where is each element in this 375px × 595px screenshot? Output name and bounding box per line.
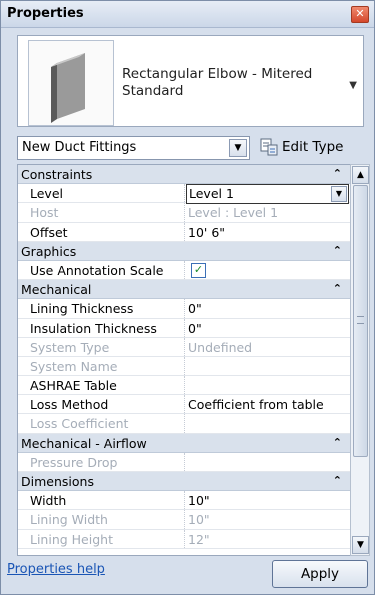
property-key: Loss Coefficient <box>30 416 129 432</box>
group-dimensions[interactable]: Dimensions ⌃ <box>18 472 350 492</box>
property-row-lining-height: Lining Height 12" <box>18 529 350 549</box>
scroll-down-icon[interactable]: ▼ <box>352 536 369 554</box>
property-key: Width <box>30 493 67 509</box>
group-label: Constraints <box>21 167 93 182</box>
property-key: Level <box>30 186 63 202</box>
property-key: Lining Thickness <box>30 301 134 317</box>
divider <box>184 337 186 356</box>
group-mechanical[interactable]: Mechanical ⌃ <box>18 280 350 300</box>
property-value[interactable]: 0" <box>188 321 202 336</box>
property-row-lining-width: Lining Width 10" <box>18 510 350 530</box>
chevron-down-icon[interactable]: ▼ <box>229 139 247 157</box>
property-row-offset[interactable]: Offset 10' 6" <box>18 222 350 242</box>
collapse-icon[interactable]: ⌃ <box>333 436 342 449</box>
property-key: System Name <box>30 358 118 374</box>
property-key: Use Annotation Scale <box>30 262 164 278</box>
property-key: Lining Width <box>30 512 108 528</box>
property-row-level[interactable]: Level Level 1 ▼ <box>18 184 350 205</box>
divider <box>184 510 186 529</box>
property-row-host: Host Level : Level 1 <box>18 203 350 223</box>
property-row-loss-coefficient: Loss Coefficient <box>18 414 350 434</box>
property-key: ASHRAE Table <box>30 378 117 394</box>
property-row-system-name: System Name <box>18 356 350 377</box>
type-selector[interactable]: Rectangular Elbow - Mitered Standard ▼ <box>17 35 364 127</box>
level-value: Level 1 <box>189 186 234 202</box>
divider <box>184 203 186 222</box>
property-row-pressure-drop: Pressure Drop <box>18 452 350 472</box>
type-name: Rectangular Elbow - Mitered Standard <box>122 66 313 99</box>
divider <box>184 414 186 433</box>
collapse-icon[interactable]: ⌃ <box>333 244 342 257</box>
apply-button[interactable]: Apply <box>272 560 368 588</box>
instance-filter-value: New Duct Fittings <box>22 140 137 155</box>
collapse-icon[interactable]: ⌃ <box>333 474 342 487</box>
collapse-icon[interactable]: ⌃ <box>333 282 342 295</box>
divider <box>184 356 186 376</box>
chevron-down-icon[interactable]: ▼ <box>349 80 357 91</box>
properties-palette: Properties ✕ Rectangular Elbow - Mitered… <box>0 0 375 595</box>
chevron-down-icon[interactable]: ▼ <box>331 186 347 203</box>
properties-help-link[interactable]: Properties help <box>7 562 105 577</box>
property-value: 10" <box>188 512 210 528</box>
group-label: Graphics <box>21 243 77 259</box>
vertical-scrollbar[interactable]: ▲ ▼ <box>350 164 370 556</box>
property-key: Offset <box>30 224 68 240</box>
group-constraints[interactable]: Constraints ⌃ <box>18 165 350 185</box>
property-row-insulation-thickness[interactable]: Insulation Thickness 0" <box>18 318 350 338</box>
group-graphics[interactable]: Graphics ⌃ <box>18 241 350 261</box>
close-icon[interactable]: ✕ <box>351 6 369 23</box>
group-label: Dimensions <box>21 474 94 489</box>
property-key: Loss Method <box>30 397 109 413</box>
title-bar[interactable]: Properties ✕ <box>1 1 374 28</box>
property-value[interactable]: 10" <box>188 493 210 508</box>
divider <box>184 260 186 280</box>
property-key: Insulation Thickness <box>30 320 157 336</box>
level-select[interactable]: Level 1 ▼ <box>186 184 349 205</box>
filter-row: New Duct Fittings ▼ Edit Type <box>17 136 369 160</box>
property-key: Lining Height <box>30 531 113 547</box>
property-row-width[interactable]: Width 10" <box>18 491 350 511</box>
property-row-system-type: System Type Undefined <box>18 337 350 357</box>
footer: Properties help Apply <box>1 557 374 594</box>
annotation-scale-checkbox[interactable]: ✓ <box>191 262 206 278</box>
property-key: System Type <box>30 339 110 355</box>
property-row-ashrae-table[interactable]: ASHRAE Table <box>18 376 350 396</box>
property-key: Host <box>30 205 59 221</box>
instance-filter-select[interactable]: New Duct Fittings ▼ <box>17 136 250 160</box>
edit-type-button[interactable]: Edit Type <box>260 136 343 158</box>
group-label: Mechanical - Airflow <box>21 435 147 451</box>
property-value[interactable]: 0" <box>188 301 202 316</box>
divider <box>184 376 186 395</box>
collapse-icon[interactable]: ⌃ <box>333 167 342 180</box>
divider <box>184 222 186 241</box>
property-value: Undefined <box>188 339 253 355</box>
property-row-loss-method[interactable]: Loss Method Coefficient from table <box>18 395 350 415</box>
divider <box>184 491 186 510</box>
edit-type-label: Edit Type <box>282 139 344 155</box>
group-mechanical-airflow[interactable]: Mechanical - Airflow ⌃ <box>18 433 350 453</box>
property-grid: Constraints ⌃ Level Level 1 ▼ Host Level… <box>17 164 351 556</box>
property-value: Level : Level 1 <box>188 205 279 221</box>
property-key: Pressure Drop <box>30 454 118 470</box>
divider <box>184 452 186 471</box>
property-value[interactable]: 10' 6" <box>188 225 225 240</box>
property-value: 12" <box>188 531 210 547</box>
property-value[interactable]: Coefficient from table <box>188 397 324 412</box>
grip-icon <box>357 316 364 324</box>
elbow-preview-image <box>28 40 114 126</box>
divider <box>184 529 186 548</box>
divider <box>184 299 186 318</box>
property-row-lining-thickness[interactable]: Lining Thickness 0" <box>18 299 350 319</box>
scroll-up-icon[interactable]: ▲ <box>352 166 369 184</box>
window-title: Properties <box>7 6 84 21</box>
divider <box>184 318 186 337</box>
divider <box>184 395 186 414</box>
property-row-annotation-scale[interactable]: Use Annotation Scale ✓ <box>18 260 350 281</box>
scrollbar-thumb[interactable] <box>353 185 368 457</box>
group-label: Mechanical <box>21 282 92 298</box>
edit-type-icon <box>260 138 278 156</box>
